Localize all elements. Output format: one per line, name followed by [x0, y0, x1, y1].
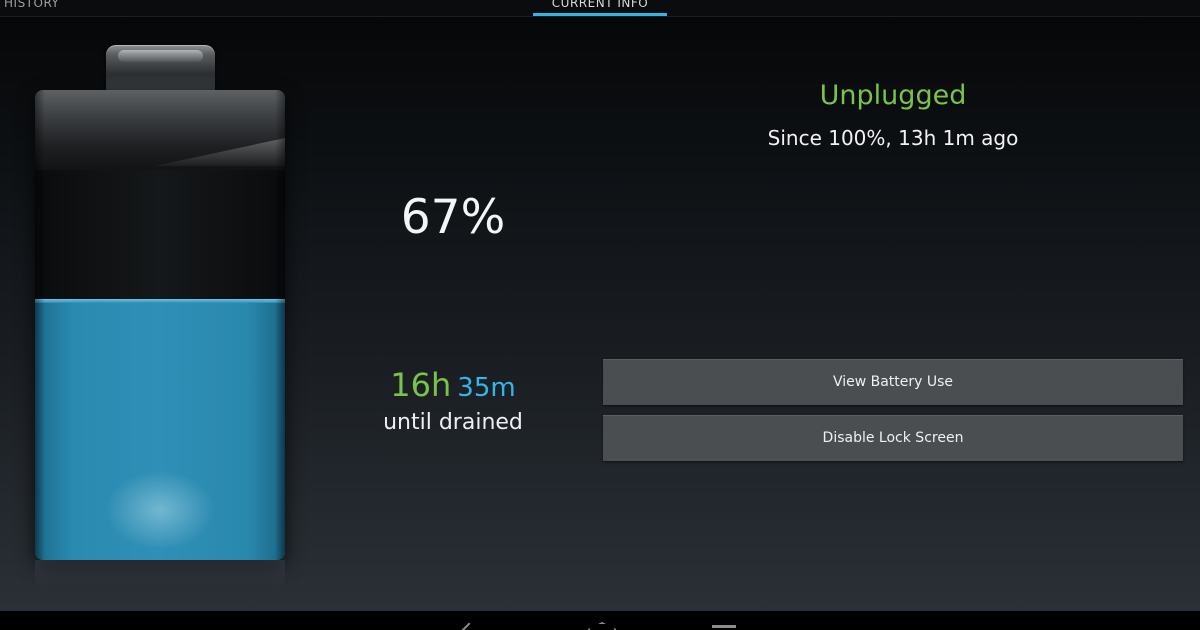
time-remaining-hours: 16h [390, 366, 452, 404]
tab-bar: HISTORY CURRENT INFO [0, 0, 1200, 17]
recents-icon[interactable] [712, 625, 736, 630]
battery-fill-glow [105, 470, 215, 550]
time-remaining-minutes: 35m [457, 373, 516, 403]
tab-current-info[interactable]: CURRENT INFO [533, 0, 667, 14]
battery-fill-surface [35, 299, 285, 303]
battery-empty-area [35, 170, 285, 299]
time-remaining-caption: until drained [383, 410, 523, 435]
view-battery-use-button[interactable]: View Battery Use [603, 359, 1183, 405]
battery-cap-shine [118, 50, 203, 62]
battery-level-graphic [35, 90, 285, 560]
active-tab-indicator [533, 13, 667, 16]
battery-percent: 67% [400, 190, 506, 245]
battery-reflection [35, 560, 285, 590]
disable-lock-screen-button[interactable]: Disable Lock Screen [603, 415, 1183, 461]
tab-history[interactable]: HISTORY [4, 0, 59, 14]
app-screen: HISTORY CURRENT INFO 67% 16h 35m until dr… [0, 0, 1200, 611]
battery-edge-left [35, 90, 45, 560]
charging-status: Unplugged [819, 80, 967, 111]
time-remaining: 16h 35m [363, 366, 543, 404]
battery-edge-right [275, 90, 285, 560]
status-since-text: Since 100%, 13h 1m ago [767, 126, 1019, 150]
battery-fill-level [35, 299, 285, 560]
